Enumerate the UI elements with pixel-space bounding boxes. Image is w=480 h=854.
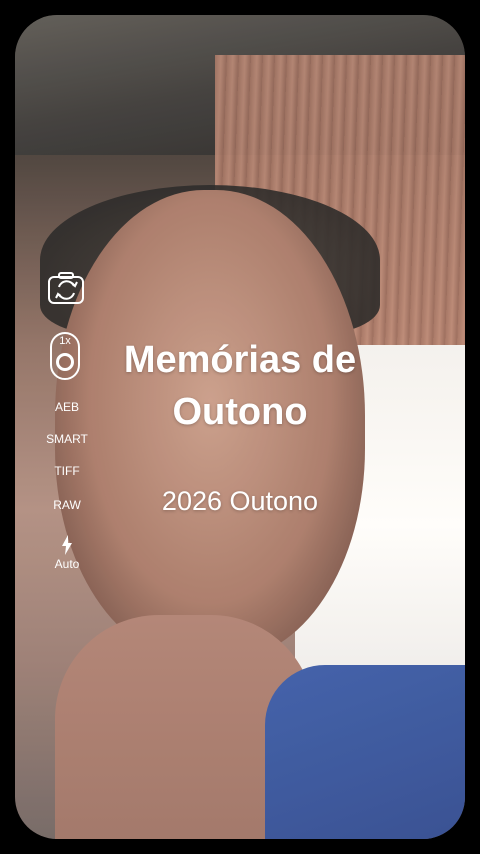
flash-icon bbox=[62, 535, 72, 555]
option-tiff[interactable]: TIFF bbox=[35, 464, 99, 478]
title-line-1: Memórias de bbox=[123, 339, 357, 381]
overlay-title: Memórias de Outono bbox=[0, 334, 480, 438]
title-line-2: Outono bbox=[172, 391, 308, 433]
overlay-subtitle: 2026 Outono bbox=[161, 486, 319, 516]
camera-switch-icon[interactable] bbox=[47, 270, 87, 306]
flash-label: Auto bbox=[54, 557, 80, 571]
flash-toggle[interactable]: Auto bbox=[35, 535, 99, 571]
